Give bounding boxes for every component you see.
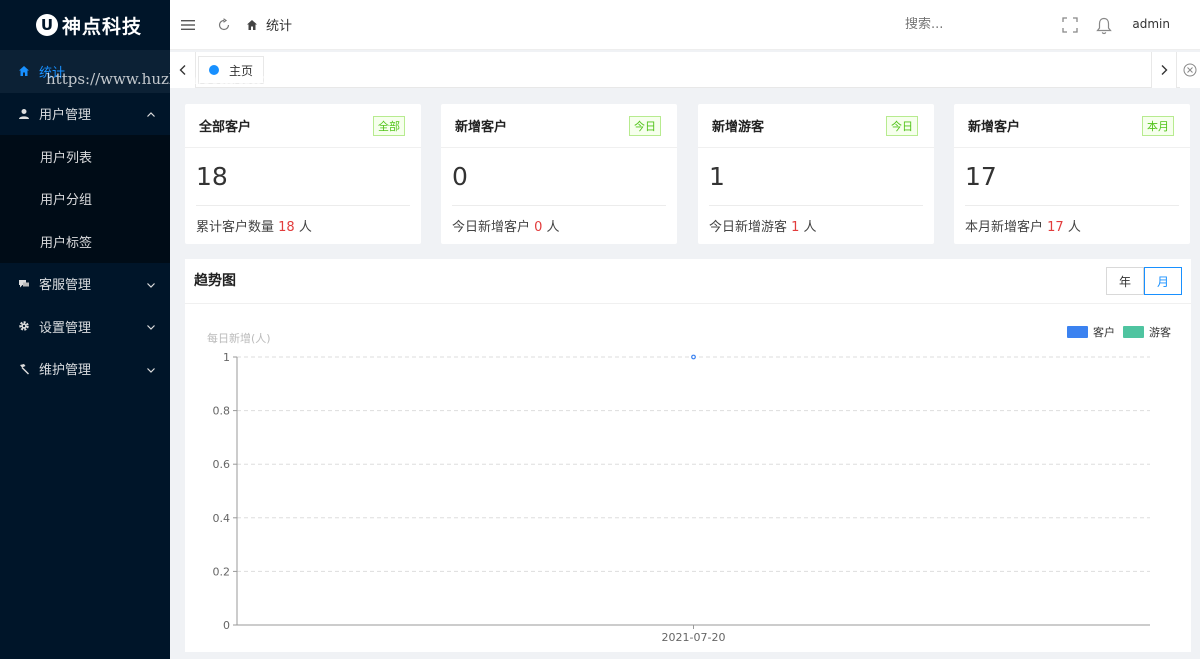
card-title: 新增游客 — [712, 120, 765, 135]
brand-name: 神点科技 — [62, 15, 143, 38]
desc-suffix: 人 — [542, 220, 560, 235]
desc-prefix: 今日新增游客 — [709, 220, 792, 235]
chevron-up-icon — [146, 109, 156, 124]
sidebar-item-user-list[interactable]: 用户列表 — [0, 135, 170, 178]
card-description: 本月新增客户 17 人 — [954, 206, 1190, 235]
card-title: 新增客户 — [968, 120, 1021, 135]
card-badge: 全部 — [373, 115, 405, 136]
stat-card-new-visitors-today: 新增游客 今日 1 今日新增游客 1 人 — [698, 104, 934, 244]
card-value: 17 — [965, 148, 1179, 206]
card-description: 累计客户数量 18 人 — [185, 206, 421, 235]
trend-panel: 趋势图 年 月 每日新增(人) 0 0.2 0.4 0.6 0.8 1 2021-07-20 客… — [185, 259, 1191, 652]
sidebar-item-label: 用户列表 — [40, 150, 93, 166]
sidebar-item-label: 维护管理 — [39, 363, 92, 379]
card-badge: 本月 — [1142, 115, 1174, 136]
range-year-button[interactable]: 年 — [1106, 267, 1144, 295]
card-description: 今日新增游客 1 人 — [698, 206, 934, 235]
brand-logo[interactable]: U 神点科技 — [0, 0, 170, 50]
card-badge: 今日 — [886, 115, 918, 136]
tabs-scroll-right-icon[interactable] — [1151, 52, 1177, 88]
x-tick-label: 2021-07-20 — [662, 631, 726, 644]
chevron-down-icon — [146, 279, 156, 294]
bell-icon[interactable] — [1096, 17, 1112, 39]
y-tick-label: 0.2 — [213, 565, 231, 578]
desc-prefix: 本月新增客户 — [965, 220, 1048, 235]
sidebar-item-label: 客服管理 — [39, 278, 92, 294]
sidebar-item-user-management[interactable]: 用户管理 — [0, 93, 170, 136]
card-badge: 今日 — [629, 115, 661, 136]
gear-icon — [18, 320, 30, 332]
y-tick-label: 0 — [223, 619, 230, 632]
desc-value: 18 — [278, 220, 295, 235]
desc-prefix: 今日新增客户 — [452, 220, 535, 235]
sidebar-item-label: 用户标签 — [40, 235, 93, 251]
search-input[interactable] — [905, 17, 985, 32]
stat-card-new-customers-month: 新增客户 本月 17 本月新增客户 17 人 — [954, 104, 1190, 244]
home-icon — [244, 17, 260, 33]
chevron-down-icon — [146, 321, 156, 336]
sidebar-item-label: 用户分组 — [40, 193, 93, 209]
card-description: 今日新增客户 0 人 — [441, 206, 677, 235]
sidebar: U 神点科技 统计 用户管理 用户列表 用户分组 用户标签 客服管理 设置管理 … — [0, 0, 170, 659]
user-icon — [18, 108, 30, 120]
card-value: 18 — [196, 148, 410, 206]
stat-card-new-customers-today: 新增客户 今日 0 今日新增客户 0 人 — [441, 104, 677, 244]
trend-chart: 每日新增(人) 0 0.2 0.4 0.6 0.8 1 2021-07-20 客户 游客 — [207, 325, 1171, 644]
home-icon — [18, 65, 30, 77]
desc-suffix: 人 — [799, 220, 817, 235]
breadcrumb[interactable]: 统计 — [266, 15, 292, 34]
y-tick-label: 0.4 — [213, 512, 231, 525]
user-menu[interactable]: admin — [1132, 17, 1170, 31]
sidebar-item-label: 设置管理 — [39, 320, 92, 336]
desc-value: 17 — [1047, 220, 1064, 235]
y-tick-label: 0.6 — [213, 458, 231, 471]
logo-mark: U — [36, 14, 58, 36]
card-title: 新增客户 — [455, 120, 508, 135]
y-tick-label: 1 — [223, 351, 230, 364]
sidebar-item-label: 用户管理 — [39, 108, 92, 124]
card-value: 1 — [709, 148, 923, 206]
sidebar-item-user-groups[interactable]: 用户分组 — [0, 178, 170, 221]
desc-prefix: 累计客户数量 — [196, 220, 279, 235]
card-value: 0 — [452, 148, 666, 206]
sidebar-item-maintenance[interactable]: 维护管理 — [0, 348, 170, 391]
desc-suffix: 人 — [1063, 220, 1081, 235]
legend-label: 客户 — [1093, 325, 1115, 339]
legend-swatch — [1123, 326, 1144, 338]
watermark-text: https://www.huzhan.com/ishop52545 — [46, 70, 328, 88]
y-tick-label: 0.8 — [213, 405, 231, 418]
legend-label: 游客 — [1149, 325, 1171, 339]
close-tabs-icon[interactable] — [1180, 52, 1200, 88]
chevron-down-icon — [146, 364, 156, 379]
chat-icon — [18, 278, 30, 290]
user-management-submenu: 用户列表 用户分组 用户标签 — [0, 135, 170, 263]
top-header: 统计 admin — [170, 0, 1200, 50]
data-point-customer — [691, 354, 696, 360]
stat-card-all-customers: 全部客户 全部 18 累计客户数量 18 人 — [185, 104, 421, 244]
desc-suffix: 人 — [294, 220, 312, 235]
panel-title: 趋势图 — [194, 273, 236, 289]
sidebar-item-service-management[interactable]: 客服管理 — [0, 263, 170, 306]
sidebar-item-user-tags[interactable]: 用户标签 — [0, 220, 170, 263]
legend-swatch — [1067, 326, 1088, 338]
y-axis-label: 每日新增(人) — [207, 331, 271, 345]
refresh-icon[interactable] — [216, 17, 232, 33]
fullscreen-icon[interactable] — [1062, 17, 1078, 37]
range-month-button[interactable]: 月 — [1144, 267, 1182, 295]
menu-toggle-icon[interactable] — [180, 17, 196, 33]
card-title: 全部客户 — [199, 120, 252, 135]
hammer-icon — [18, 363, 30, 375]
sidebar-item-settings[interactable]: 设置管理 — [0, 305, 170, 348]
